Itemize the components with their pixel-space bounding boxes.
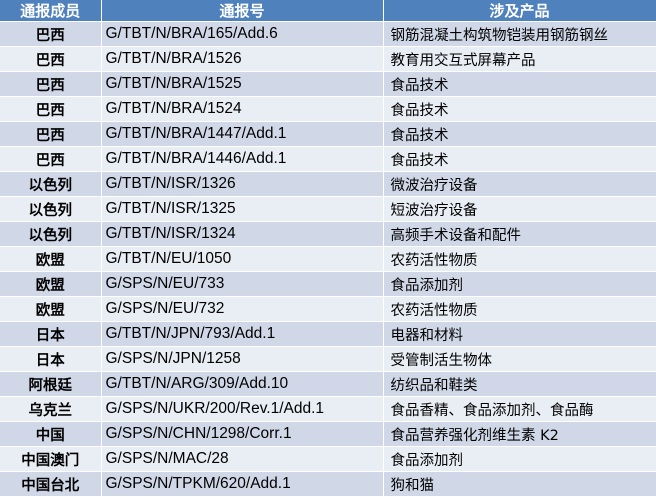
member-cell: 巴西	[0, 146, 102, 172]
code-cell: G/TBT/N/BRA/1526	[101, 46, 384, 72]
table-row: 巴西 G/TBT/N/BRA/165/Add.6 钢筋混凝土构筑物铠装用钢筋钢丝	[0, 21, 656, 47]
member-cell: 乌克兰	[0, 396, 102, 422]
code-cell: G/TBT/N/BRA/1446/Add.1	[101, 146, 384, 172]
table-body: 巴西 G/TBT/N/BRA/165/Add.6 钢筋混凝土构筑物铠装用钢筋钢丝…	[0, 21, 656, 497]
member-cell: 巴西	[0, 121, 102, 147]
table-row: 以色列 G/TBT/N/ISR/1326 微波治疗设备	[0, 171, 656, 197]
code-cell: G/TBT/N/EU/1050	[101, 246, 384, 272]
table-row: 中国台北 G/SPS/N/TPKM/620/Add.1 狗和猫	[0, 471, 656, 497]
table-row: 中国 G/SPS/N/CHN/1298/Corr.1 食品营养强化剂维生素 K2	[0, 421, 656, 447]
product-cell: 食品技术	[383, 96, 656, 122]
table-row: 日本 G/TBT/N/JPN/793/Add.1 电器和材料	[0, 321, 656, 347]
code-cell: G/SPS/N/MAC/28	[101, 446, 384, 472]
product-cell: 食品技术	[383, 146, 656, 172]
code-cell: G/TBT/N/BRA/1524	[101, 96, 384, 122]
code-cell: G/SPS/N/TPKM/620/Add.1	[101, 471, 384, 497]
table-row: 欧盟 G/SPS/N/EU/733 食品添加剂	[0, 271, 656, 297]
product-cell: 食品添加剂	[383, 446, 656, 472]
header-member: 通报成员	[0, 0, 102, 22]
product-cell: 纺织品和鞋类	[383, 371, 656, 397]
product-cell: 食品技术	[383, 121, 656, 147]
table-row: 巴西 G/TBT/N/BRA/1524 食品技术	[0, 96, 656, 122]
table-row: 以色列 G/TBT/N/ISR/1325 短波治疗设备	[0, 196, 656, 222]
table-row: 欧盟 G/TBT/N/EU/1050 农药活性物质	[0, 246, 656, 272]
table-row: 以色列 G/TBT/N/ISR/1324 高频手术设备和配件	[0, 221, 656, 247]
notification-table: 通报成员 通报号 涉及产品 巴西 G/TBT/N/BRA/165/Add.6 钢…	[0, 0, 656, 497]
code-cell: G/TBT/N/BRA/165/Add.6	[101, 21, 384, 47]
product-cell: 食品添加剂	[383, 271, 656, 297]
member-cell: 日本	[0, 346, 102, 372]
table-row: 巴西 G/TBT/N/BRA/1447/Add.1 食品技术	[0, 121, 656, 147]
code-cell: G/SPS/N/UKR/200/Rev.1/Add.1	[101, 396, 384, 422]
code-cell: G/TBT/N/BRA/1525	[101, 71, 384, 97]
product-cell: 教育用交互式屏幕产品	[383, 46, 656, 72]
product-cell: 农药活性物质	[383, 296, 656, 322]
table-row: 乌克兰 G/SPS/N/UKR/200/Rev.1/Add.1 食品香精、食品添…	[0, 396, 656, 422]
member-cell: 欧盟	[0, 271, 102, 297]
product-cell: 食品营养强化剂维生素 K2	[383, 421, 656, 447]
product-cell: 食品技术	[383, 71, 656, 97]
table-row: 巴西 G/TBT/N/BRA/1446/Add.1 食品技术	[0, 146, 656, 172]
header-product: 涉及产品	[383, 0, 656, 22]
product-cell: 农药活性物质	[383, 246, 656, 272]
code-cell: G/SPS/N/JPN/1258	[101, 346, 384, 372]
code-cell: G/TBT/N/ISR/1324	[101, 221, 384, 247]
code-cell: G/TBT/N/JPN/793/Add.1	[101, 321, 384, 347]
table-row: 巴西 G/TBT/N/BRA/1525 食品技术	[0, 71, 656, 97]
member-cell: 巴西	[0, 46, 102, 72]
table-row: 日本 G/SPS/N/JPN/1258 受管制活生物体	[0, 346, 656, 372]
product-cell: 狗和猫	[383, 471, 656, 497]
product-cell: 钢筋混凝土构筑物铠装用钢筋钢丝	[383, 21, 656, 47]
code-cell: G/SPS/N/EU/733	[101, 271, 384, 297]
product-cell: 短波治疗设备	[383, 196, 656, 222]
code-cell: G/TBT/N/ISR/1325	[101, 196, 384, 222]
code-cell: G/TBT/N/BRA/1447/Add.1	[101, 121, 384, 147]
table-row: 阿根廷 G/TBT/N/ARG/309/Add.10 纺织品和鞋类	[0, 371, 656, 397]
member-cell: 中国	[0, 421, 102, 447]
member-cell: 以色列	[0, 221, 102, 247]
member-cell: 巴西	[0, 71, 102, 97]
member-cell: 阿根廷	[0, 371, 102, 397]
member-cell: 中国澳门	[0, 446, 102, 472]
table-row: 欧盟 G/SPS/N/EU/732 农药活性物质	[0, 296, 656, 322]
product-cell: 高频手术设备和配件	[383, 221, 656, 247]
member-cell: 欧盟	[0, 246, 102, 272]
member-cell: 欧盟	[0, 296, 102, 322]
product-cell: 受管制活生物体	[383, 346, 656, 372]
product-cell: 电器和材料	[383, 321, 656, 347]
code-cell: G/SPS/N/EU/732	[101, 296, 384, 322]
member-cell: 日本	[0, 321, 102, 347]
table-row: 中国澳门 G/SPS/N/MAC/28 食品添加剂	[0, 446, 656, 472]
table-row: 巴西 G/TBT/N/BRA/1526 教育用交互式屏幕产品	[0, 46, 656, 72]
code-cell: G/TBT/N/ARG/309/Add.10	[101, 371, 384, 397]
product-cell: 微波治疗设备	[383, 171, 656, 197]
table-header-row: 通报成员 通报号 涉及产品	[0, 0, 656, 22]
member-cell: 巴西	[0, 96, 102, 122]
code-cell: G/TBT/N/ISR/1326	[101, 171, 384, 197]
member-cell: 中国台北	[0, 471, 102, 497]
code-cell: G/SPS/N/CHN/1298/Corr.1	[101, 421, 384, 447]
member-cell: 以色列	[0, 171, 102, 197]
header-code: 通报号	[101, 0, 384, 22]
product-cell: 食品香精、食品添加剂、食品酶	[383, 396, 656, 422]
member-cell: 以色列	[0, 196, 102, 222]
member-cell: 巴西	[0, 21, 102, 47]
